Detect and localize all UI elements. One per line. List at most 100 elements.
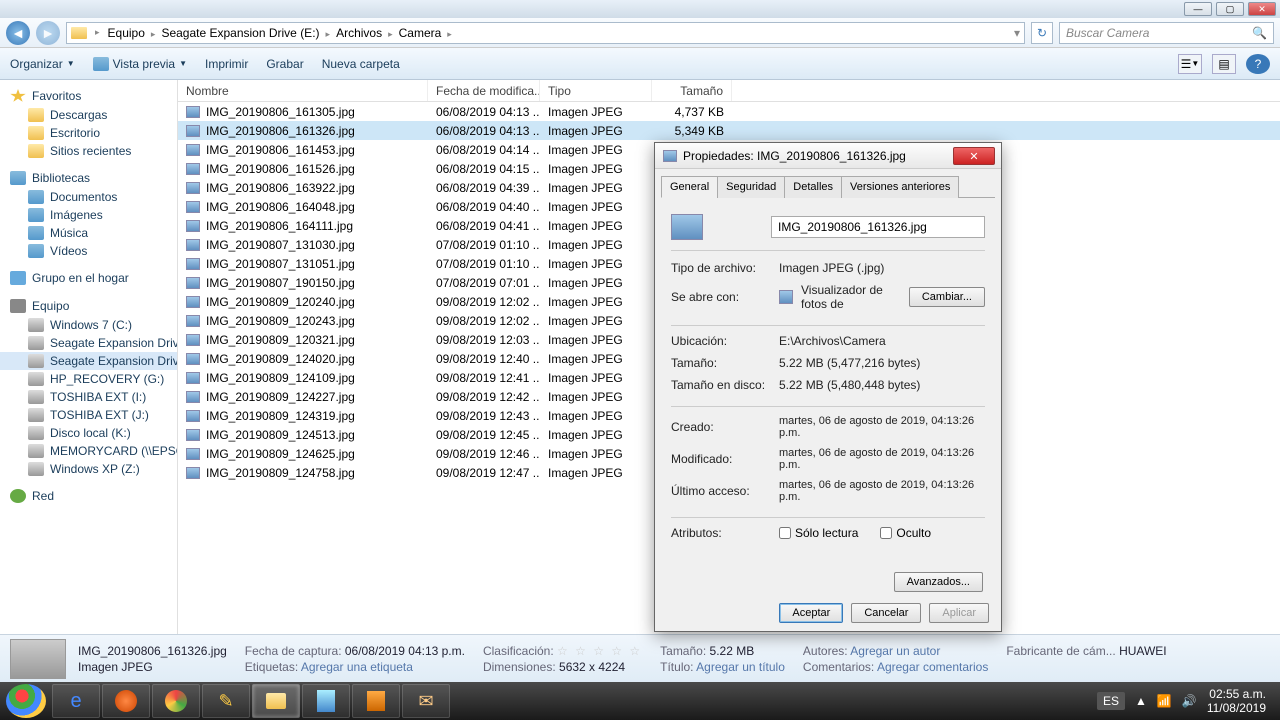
file-row[interactable]: IMG_20190806_161326.jpg06/08/2019 04:13 … [178, 121, 1280, 140]
fold-icon [28, 144, 44, 158]
sidebar-item[interactable]: Documentos [0, 188, 177, 206]
image-icon [186, 410, 200, 422]
sidebar-item[interactable]: Disco local (K:) [0, 424, 177, 442]
sidebar-homegroup[interactable]: Grupo en el hogar [0, 268, 177, 288]
taskbar-ie[interactable]: e [52, 684, 100, 718]
hidden-checkbox[interactable]: Oculto [880, 526, 931, 540]
breadcrumb-item[interactable]: Camera [395, 26, 446, 40]
taskbar-firefox[interactable] [102, 684, 150, 718]
sidebar-item[interactable]: Música [0, 224, 177, 242]
rating-stars[interactable]: ☆ ☆ ☆ ☆ ☆ [557, 644, 642, 658]
tab-general[interactable]: General [661, 176, 718, 198]
window-titlebar: — ▢ ✕ [0, 0, 1280, 18]
sidebar-item[interactable]: MEMORYCARD (\\EPSON [0, 442, 177, 460]
view-options-button[interactable]: ☰▼ [1178, 54, 1202, 74]
back-button[interactable]: ◄ [6, 21, 30, 45]
taskbar-app1[interactable]: ✎ [202, 684, 250, 718]
sidebar-item[interactable]: TOSHIBA EXT (J:) [0, 406, 177, 424]
organize-button[interactable]: Organizar▼ [10, 57, 75, 71]
sidebar-item[interactable]: Imágenes [0, 206, 177, 224]
tray-volume-icon[interactable]: 🔊 [1182, 694, 1197, 708]
taskbar-app4[interactable]: ✉ [402, 684, 450, 718]
print-button[interactable]: Imprimir [205, 57, 248, 71]
tray-flag-icon[interactable]: ▲ [1135, 694, 1147, 708]
sidebar-network[interactable]: Red [0, 486, 177, 506]
sidebar-item[interactable]: Descargas [0, 106, 177, 124]
details-pane: IMG_20190806_161326.jpg Fecha de captura… [0, 634, 1280, 682]
tray-network-icon[interactable]: 📶 [1157, 694, 1172, 708]
refresh-button[interactable]: ↻ [1031, 22, 1053, 44]
tab-security[interactable]: Seguridad [717, 176, 785, 198]
folder-icon [266, 693, 286, 709]
filename-input[interactable]: IMG_20190806_161326.jpg [771, 216, 985, 238]
language-indicator[interactable]: ES [1097, 692, 1125, 710]
drive-icon [28, 372, 44, 386]
drive-icon [28, 426, 44, 440]
column-date[interactable]: Fecha de modifica... [428, 80, 540, 101]
sidebar-item[interactable]: Seagate Expansion Drive ( [0, 334, 177, 352]
taskbar-app3[interactable] [352, 684, 400, 718]
sidebar-item[interactable]: Sitios recientes [0, 142, 177, 160]
image-icon [186, 182, 200, 194]
change-app-button[interactable]: Cambiar... [909, 287, 985, 307]
fold-icon [28, 108, 44, 122]
cancel-button[interactable]: Cancelar [851, 603, 921, 623]
preview-pane-button[interactable]: ▤ [1212, 54, 1236, 74]
sidebar-item[interactable]: Windows 7 (C:) [0, 316, 177, 334]
column-type[interactable]: Tipo [540, 80, 652, 101]
breadcrumb-item[interactable]: Archivos [332, 26, 386, 40]
taskbar-chrome[interactable] [152, 684, 200, 718]
advanced-button[interactable]: Avanzados... [894, 572, 983, 592]
sidebar-favorites[interactable]: Favoritos [0, 86, 177, 106]
image-icon [186, 201, 200, 213]
breadcrumb-item[interactable]: Equipo [104, 26, 149, 40]
column-name[interactable]: Nombre [178, 80, 428, 101]
fold-icon [28, 126, 44, 140]
sidebar-item[interactable]: Vídeos [0, 242, 177, 260]
new-folder-button[interactable]: Nueva carpeta [322, 57, 400, 71]
taskbar-explorer[interactable] [252, 684, 300, 718]
lib-icon [28, 208, 44, 222]
readonly-checkbox[interactable]: Sólo lectura [779, 526, 858, 540]
sidebar-item[interactable]: Seagate Expansion Drive ( [0, 352, 177, 370]
column-size[interactable]: Tamaño [652, 80, 732, 101]
toolbar: Organizar▼ Vista previa▼ Imprimir Grabar… [0, 48, 1280, 80]
burn-button[interactable]: Grabar [266, 57, 303, 71]
sidebar-computer[interactable]: Equipo [0, 296, 177, 316]
dialog-close-button[interactable]: ✕ [953, 147, 995, 165]
start-button[interactable] [6, 684, 46, 718]
forward-button[interactable]: ► [36, 21, 60, 45]
image-icon [186, 467, 200, 479]
image-icon [186, 277, 200, 289]
dialog-titlebar[interactable]: Propiedades: IMG_20190806_161326.jpg ✕ [655, 143, 1001, 169]
breadcrumb-item[interactable]: Seagate Expansion Drive (E:) [157, 26, 323, 40]
tab-details[interactable]: Detalles [784, 176, 842, 198]
clock[interactable]: 02:55 a.m. 11/08/2019 [1207, 687, 1266, 716]
details-filename: IMG_20190806_161326.jpg [78, 644, 227, 658]
drive-icon [28, 336, 44, 350]
help-button[interactable]: ? [1246, 54, 1270, 74]
sidebar-item[interactable]: Escritorio [0, 124, 177, 142]
sidebar-libraries[interactable]: Bibliotecas [0, 168, 177, 188]
image-icon [186, 429, 200, 441]
sidebar-item[interactable]: TOSHIBA EXT (I:) [0, 388, 177, 406]
image-icon [186, 125, 200, 137]
image-icon [186, 163, 200, 175]
image-icon [186, 353, 200, 365]
drive-icon [28, 390, 44, 404]
sidebar-item[interactable]: Windows XP (Z:) [0, 460, 177, 478]
maximize-button[interactable]: ▢ [1216, 2, 1244, 16]
minimize-button[interactable]: — [1184, 2, 1212, 16]
file-row[interactable]: IMG_20190806_161305.jpg06/08/2019 04:13 … [178, 102, 1280, 121]
tab-versions[interactable]: Versiones anteriores [841, 176, 959, 198]
preview-button[interactable]: Vista previa▼ [93, 57, 187, 71]
apply-button[interactable]: Aplicar [929, 603, 989, 623]
sidebar-item[interactable]: HP_RECOVERY (G:) [0, 370, 177, 388]
breadcrumb[interactable]: ▸ Equipo▸Seagate Expansion Drive (E:)▸Ar… [66, 22, 1025, 44]
computer-icon [10, 299, 26, 313]
image-icon [186, 258, 200, 270]
taskbar-app2[interactable] [302, 684, 350, 718]
search-input[interactable]: Buscar Camera 🔍 [1059, 22, 1274, 44]
close-button[interactable]: ✕ [1248, 2, 1276, 16]
ok-button[interactable]: Aceptar [779, 603, 843, 623]
